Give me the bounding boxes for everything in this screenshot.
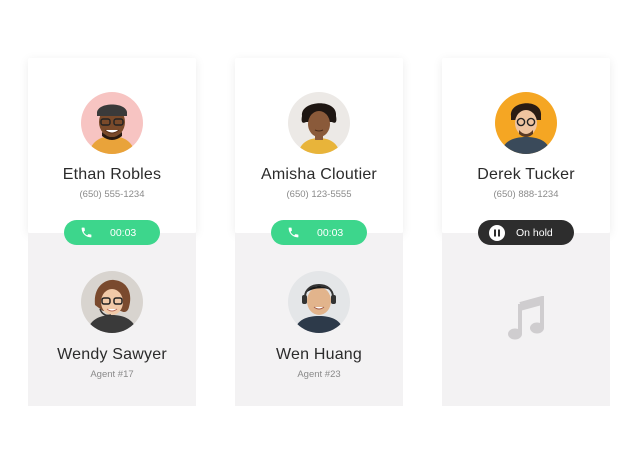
caller-avatar xyxy=(288,92,350,154)
hold-status-badge[interactable]: On hold xyxy=(478,220,574,245)
phone-icon xyxy=(285,225,301,241)
call-timer-badge[interactable]: 00:03 xyxy=(271,220,367,245)
phone-icon xyxy=(78,225,94,241)
agent-name: Wendy Sawyer xyxy=(57,346,167,363)
call-timer: 00:03 xyxy=(110,226,137,239)
call-timer: 00:03 xyxy=(317,226,344,239)
music-note-icon xyxy=(508,295,544,340)
caller-avatar xyxy=(81,92,143,154)
call-card: Amisha Cloutier (650) 123-5555 00:03 Wen… xyxy=(235,58,403,406)
agent-id: Agent #23 xyxy=(297,369,341,380)
caller-name: Derek Tucker xyxy=(477,166,575,183)
call-card: Ethan Robles (650) 555-1234 00:03 Wendy … xyxy=(28,58,196,406)
call-card: Derek Tucker (650) 888-1234 On hold xyxy=(442,58,610,406)
agent-name: Wen Huang xyxy=(275,346,362,363)
agent-avatar xyxy=(288,271,350,333)
caller-name: Ethan Robles xyxy=(62,166,162,183)
caller-phone: (650) 888-1234 xyxy=(493,189,559,200)
caller-phone: (650) 555-1234 xyxy=(79,189,145,200)
call-timer-badge[interactable]: 00:03 xyxy=(64,220,160,245)
caller-phone: (650) 123-5555 xyxy=(286,189,352,200)
pause-icon xyxy=(488,224,506,242)
agent-avatar xyxy=(81,271,143,333)
caller-avatar xyxy=(495,92,557,154)
agent-id: Agent #17 xyxy=(90,369,134,380)
caller-name: Amisha Cloutier xyxy=(261,166,377,183)
hold-label: On hold xyxy=(516,226,553,239)
